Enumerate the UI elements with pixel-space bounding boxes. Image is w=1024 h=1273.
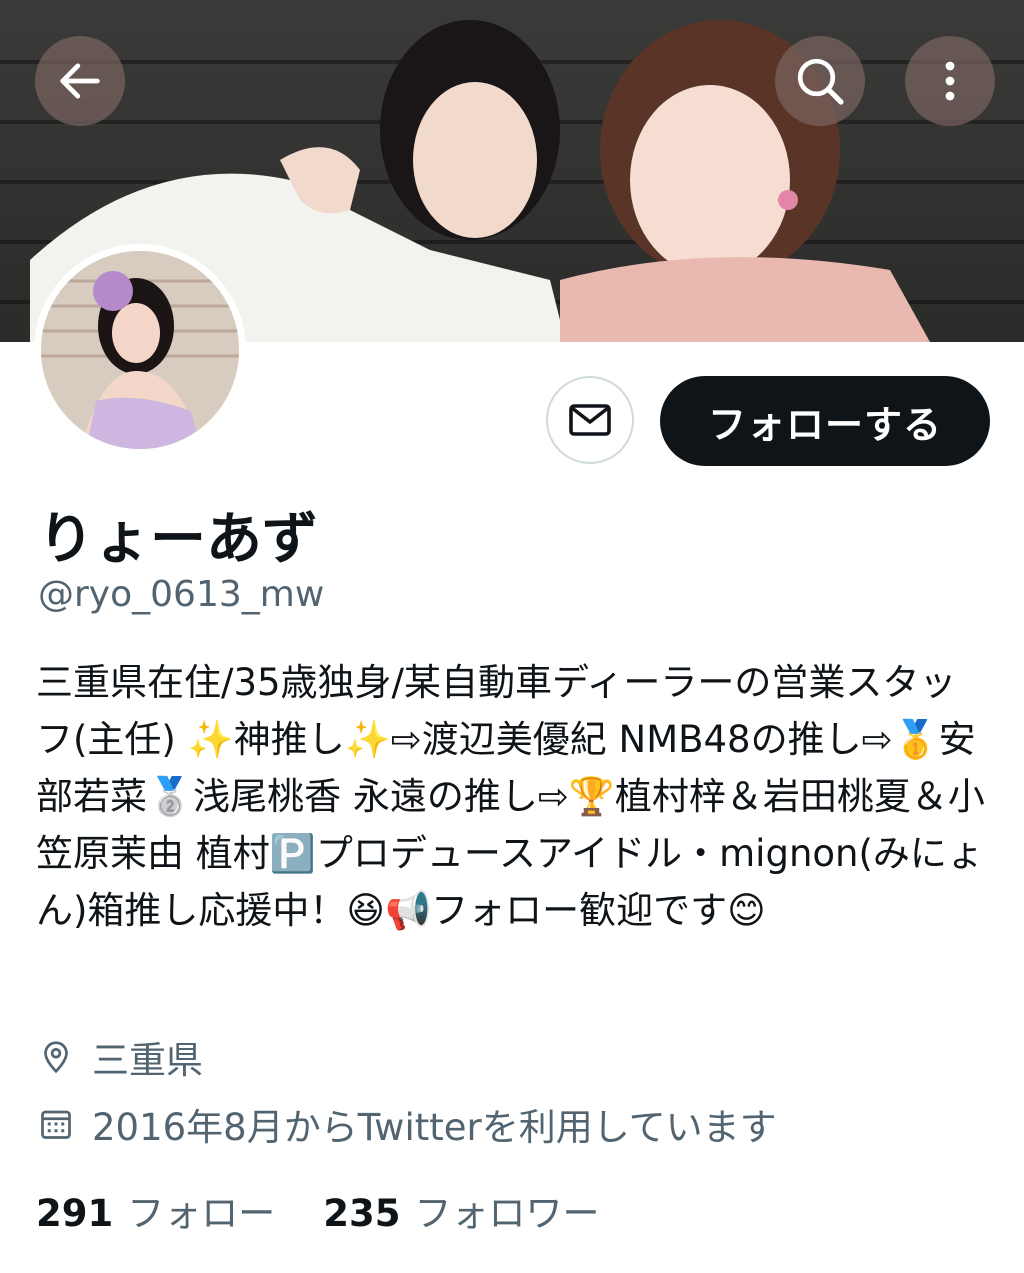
following-count: 291 bbox=[36, 1192, 114, 1235]
followers-link[interactable]: 235 フォロワー bbox=[323, 1183, 599, 1237]
more-vertical-icon bbox=[945, 61, 955, 101]
following-link[interactable]: 291 フォロー bbox=[36, 1183, 275, 1237]
search-button[interactable] bbox=[775, 36, 865, 126]
back-button[interactable] bbox=[35, 36, 125, 126]
more-options-button[interactable] bbox=[905, 36, 995, 126]
mail-icon bbox=[569, 404, 611, 436]
followers-label: フォロワー bbox=[414, 1192, 600, 1235]
calendar-icon bbox=[36, 1104, 76, 1144]
bio-text: 三重県在住/35歳独身/某自動車ディーラーの営業スタッフ(主任) ✨神推し✨⇨渡… bbox=[36, 661, 985, 932]
message-button[interactable] bbox=[546, 376, 634, 464]
profile-bio: 三重県在住/35歳独身/某自動車ディーラーの営業スタッフ(主任) ✨神推し✨⇨渡… bbox=[36, 654, 986, 939]
follow-button[interactable]: フォローする bbox=[660, 376, 990, 466]
avatar-image bbox=[41, 251, 239, 449]
display-name: りょーあず bbox=[38, 507, 318, 572]
joined-row: 2016年8月からTwitterを利用しています bbox=[36, 1097, 777, 1151]
search-icon bbox=[797, 58, 844, 105]
location-text: 三重県 bbox=[92, 1039, 203, 1082]
location-pin-icon bbox=[36, 1037, 76, 1077]
avatar[interactable] bbox=[34, 244, 246, 456]
following-label: フォロー bbox=[127, 1192, 276, 1235]
user-handle: @ryo_0613_mw bbox=[38, 574, 325, 615]
followers-count: 235 bbox=[323, 1192, 401, 1235]
back-arrow-icon bbox=[60, 63, 100, 99]
location-row: 三重県 bbox=[36, 1030, 203, 1084]
follow-stats: 291 フォロー 235 フォロワー bbox=[36, 1183, 599, 1237]
joined-text: 2016年8月からTwitterを利用しています bbox=[92, 1106, 777, 1149]
